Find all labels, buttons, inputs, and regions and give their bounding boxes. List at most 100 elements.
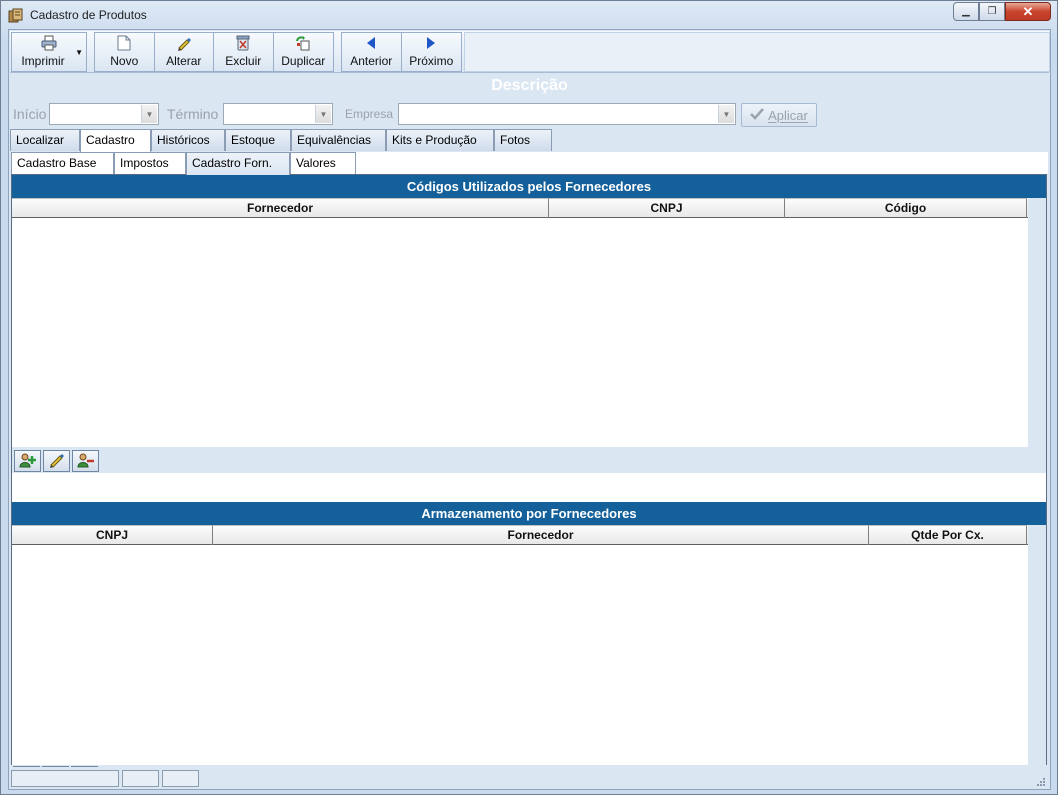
novo-label: Novo [110,54,139,68]
remove-user-icon [76,452,95,471]
tab-label: Valores [296,156,336,170]
tab-label: Estoque [231,133,276,147]
section-title-codigos: Códigos Utilizados pelos Fornecedores [12,175,1046,198]
close-button[interactable]: ✕ [1005,2,1051,21]
main-tab-strip: Localizar Cadastro Históricos Estoque Eq… [9,129,1050,152]
alterar-button[interactable]: Alterar [155,33,214,71]
inicio-label: Início [13,106,47,122]
status-bar [10,767,1049,789]
tab-localizar[interactable]: Localizar [10,129,80,151]
anterior-button[interactable]: Anterior [342,33,402,71]
add-user-icon [18,452,37,471]
close-icon: ✕ [1022,3,1034,19]
aplicar-label: Aplicar [768,107,808,123]
tab-label: Cadastro [86,133,135,147]
add-fornecedor-codigo-button[interactable] [14,450,41,472]
duplicate-icon [295,35,311,51]
excluir-button[interactable]: Excluir [214,33,274,71]
maximize-button[interactable]: ❐ [979,2,1005,21]
remove-fornecedor-codigo-button[interactable] [72,450,99,472]
subtab-cadastro-base[interactable]: Cadastro Base [11,152,114,174]
termino-combo[interactable]: ▼ [223,103,333,125]
column-header-qtde-por-cx[interactable]: Qtde Por Cx. [869,525,1027,545]
dropdown-arrow-icon[interactable]: ▼ [75,48,83,57]
cadastro-forn-panel: Códigos Utilizados pelos Fornecedores Fo… [11,174,1047,766]
tab-label: Equivalências [297,133,372,147]
duplicar-label: Duplicar [281,54,326,68]
aplicar-button[interactable]: Aplicar [741,103,817,127]
novo-button[interactable]: Novo [95,33,155,71]
codigos-grid-side [1028,198,1046,447]
minimize-icon: ▁ [962,6,970,17]
column-header-cnpj[interactable]: CNPJ [549,198,785,218]
proximo-label: Próximo [409,54,454,68]
edit-user-icon [48,452,66,471]
tab-historicos[interactable]: Históricos [151,129,225,151]
checkmark-icon [750,107,765,123]
arrow-left-icon [363,35,379,51]
subtab-impostos[interactable]: Impostos [114,152,186,174]
resize-grip-icon[interactable] [1035,776,1045,786]
status-panel-1 [11,770,119,787]
edit-group: Novo Alterar Excluir Duplicar [94,32,334,72]
toolbar-empty-area [464,32,1050,72]
excluir-label: Excluir [225,54,262,68]
description-title: Descrição [491,77,568,94]
restore-icon: ❐ [987,6,997,17]
tab-estoque[interactable]: Estoque [225,129,291,151]
subtab-cadastro-forn[interactable]: Cadastro Forn. [186,152,290,175]
minimize-button[interactable]: ▁ [953,2,979,21]
tab-label: Cadastro Forn. [192,156,273,170]
codigos-button-row [12,447,1046,473]
codigos-grid-body[interactable] [12,218,1028,447]
column-header-fornecedor[interactable]: Fornecedor [213,525,869,545]
tab-label: Fotos [500,133,531,147]
termino-label: Término [167,106,219,122]
window-controls: ▁ ❐ ✕ [953,2,1051,21]
column-header-fornecedor[interactable]: Fornecedor [12,198,549,218]
inicio-combo[interactable]: ▼ [49,103,159,125]
new-document-icon [116,35,132,51]
tab-cadastro[interactable]: Cadastro [80,129,151,152]
chevron-down-icon[interactable]: ▼ [141,105,157,123]
tab-kits-producao[interactable]: Kits e Produção [386,129,494,151]
delete-icon [235,35,251,51]
subtab-valores[interactable]: Valores [290,152,356,174]
column-header-cnpj[interactable]: CNPJ [12,525,213,545]
printer-icon [41,35,57,51]
toolbar: Imprimir ▼ Novo Alterar Excluir Duplicar… [10,31,1050,73]
print-group: Imprimir ▼ [11,32,87,72]
empresa-label: Empresa [345,107,394,121]
tab-label: Históricos [157,133,210,147]
tab-fotos[interactable]: Fotos [494,129,552,151]
status-panel-2 [122,770,159,787]
armazenamento-grid-body[interactable] [12,545,1028,766]
window-title: Cadastro de Produtos [30,8,147,22]
proximo-button[interactable]: Próximo [402,33,462,71]
title-bar: Cadastro de Produtos ▁ ❐ ✕ [1,1,1057,29]
chevron-down-icon[interactable]: ▼ [315,105,331,123]
tab-label: Impostos [120,156,169,170]
imprimir-button[interactable]: Imprimir ▼ [12,33,86,71]
tab-label: Cadastro Base [17,156,97,170]
empresa-combo[interactable]: ▼ [398,103,736,125]
armazenamento-grid-side [1028,525,1046,766]
tab-equivalencias[interactable]: Equivalências [291,129,386,151]
chevron-down-icon[interactable]: ▼ [718,105,734,123]
app-window: Cadastro de Produtos ▁ ❐ ✕ Imprimir ▼ No… [0,0,1058,795]
column-header-codigo[interactable]: Código [785,198,1027,218]
client-area: Imprimir ▼ Novo Alterar Excluir Duplicar… [8,29,1051,790]
anterior-label: Anterior [350,54,393,68]
section-title-armazenamento: Armazenamento por Fornecedores [12,502,1046,525]
imprimir-label: Imprimir [21,54,65,68]
app-icon [8,8,23,23]
edit-pen-icon [176,35,192,51]
status-panel-3 [162,770,199,787]
edit-fornecedor-codigo-button[interactable] [43,450,70,472]
navigation-group: Anterior Próximo [341,32,462,72]
tab-label: Localizar [16,133,65,147]
armazenamento-grid-header: CNPJ Fornecedor Qtde Por Cx. [12,525,1028,545]
codigos-grid-header: Fornecedor CNPJ Código [12,198,1028,218]
sub-tab-strip: Cadastro Base Impostos Cadastro Forn. Va… [11,152,1048,175]
duplicar-button[interactable]: Duplicar [274,33,334,71]
